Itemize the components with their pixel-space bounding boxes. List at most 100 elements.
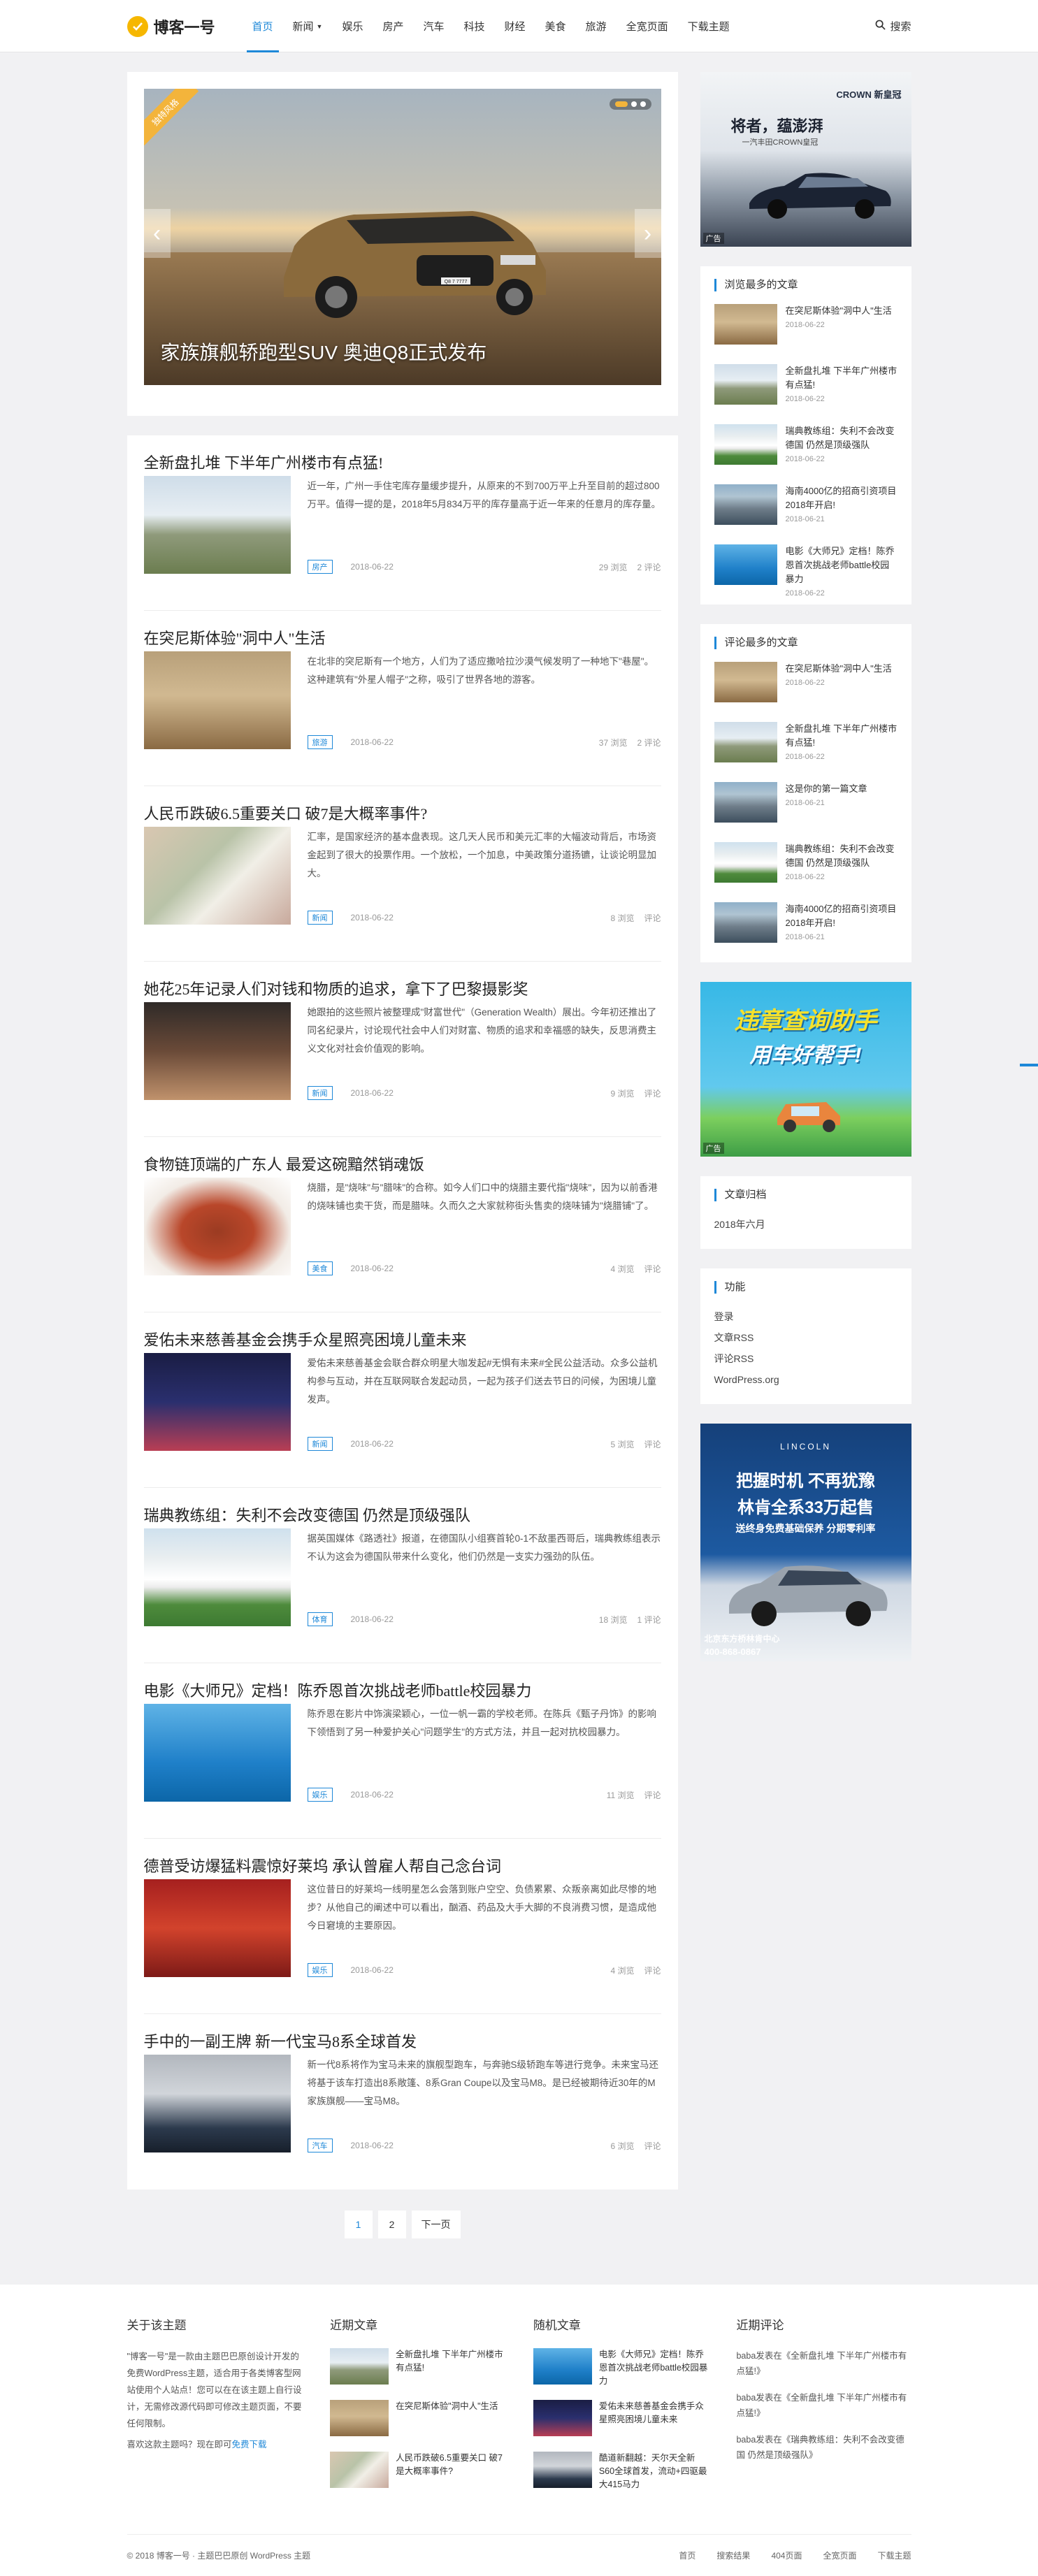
footer-post-thumbnail[interactable] (330, 2452, 389, 2488)
widget-post-title[interactable]: 瑞典教练组：失利不会改变德国 仍然是顶级强队 (786, 842, 898, 870)
nav-item-fullwidth[interactable]: 全宽页面 (617, 0, 678, 52)
widget-post-item[interactable]: 全新盘扎堆 下半年广州楼市有点猛! 2018-06-22 (714, 364, 898, 410)
widget-post-thumbnail[interactable] (714, 484, 777, 525)
category-tag[interactable]: 新闻 (307, 911, 333, 925)
category-tag[interactable]: 新闻 (307, 1086, 333, 1100)
slider-dot[interactable] (630, 101, 637, 107)
nav-item-finance[interactable]: 财经 (495, 0, 535, 52)
footer-post-title[interactable]: 爱佑未来慈善基金会携手众星照亮困境儿童未来 (599, 2400, 708, 2439)
footer-post-title[interactable]: 人民币跌破6.5重要关口 破7是大概率事件? (396, 2452, 505, 2491)
login-link[interactable]: 登录 (714, 1306, 898, 1327)
comments-rss-link[interactable]: 评论RSS (714, 1348, 898, 1369)
post-thumbnail[interactable] (143, 1178, 291, 1275)
category-tag[interactable]: 旅游 (307, 735, 333, 749)
nav-item-travel[interactable]: 旅游 (576, 0, 617, 52)
post-title[interactable]: 食物链顶端的广东人 最爱这碗黯然销魂饭 (144, 1156, 425, 1173)
nav-item-download[interactable]: 下载主题 (678, 0, 740, 52)
widget-post-thumbnail[interactable] (714, 364, 777, 405)
footer-post-thumbnail[interactable] (330, 2400, 389, 2436)
post-thumbnail[interactable] (143, 1879, 291, 1977)
post-title[interactable]: 人民币跌破6.5重要关口 破7是大概率事件? (144, 805, 428, 823)
footer-link[interactable]: 全宽页面 (823, 2549, 856, 2561)
widget-post-item[interactable]: 在突尼斯体验"洞中人"生活 2018-06-22 (714, 662, 898, 708)
widget-post-thumbnail[interactable] (714, 902, 777, 943)
widget-post-thumbnail[interactable] (714, 662, 777, 702)
widget-post-title[interactable]: 海南4000亿的招商引资项目2018年开启! (786, 484, 898, 512)
post-thumbnail[interactable] (143, 476, 291, 574)
slider-next-button[interactable]: › (634, 209, 661, 258)
footer-link[interactable]: 首页 (679, 2549, 695, 2561)
widget-post-title[interactable]: 在突尼斯体验"洞中人"生活 (786, 662, 892, 676)
footer-post-title[interactable]: 在突尼斯体验"洞中人"生活 (396, 2400, 498, 2439)
wordpress-link[interactable]: WordPress.org (714, 1369, 898, 1390)
widget-post-item[interactable]: 这是你的第一篇文章 2018-06-21 (714, 782, 898, 828)
nav-item-tech[interactable]: 科技 (454, 0, 495, 52)
post-title[interactable]: 德普受访爆猛料震惊好莱坞 承认曾雇人帮自己念台词 (144, 1858, 502, 1875)
post-thumbnail[interactable] (143, 651, 291, 749)
next-page-button[interactable]: 下一页 (411, 2210, 461, 2238)
widget-post-thumbnail[interactable] (714, 842, 777, 883)
post-title[interactable]: 全新盘扎堆 下半年广州楼市有点猛! (144, 454, 384, 472)
post-title[interactable]: 手中的一副王牌 新一代宝马8系全球首发 (144, 2033, 417, 2050)
post-thumbnail[interactable] (143, 1002, 291, 1100)
widget-post-item[interactable]: 海南4000亿的招商引资项目2018年开启! 2018-06-21 (714, 484, 898, 530)
slider-dots[interactable] (609, 99, 651, 110)
search-button[interactable]: 搜索 (875, 0, 911, 52)
widget-post-title[interactable]: 海南4000亿的招商引资项目2018年开启! (786, 902, 898, 930)
category-tag[interactable]: 新闻 (307, 1437, 333, 1451)
widget-post-title[interactable]: 这是你的第一篇文章 (786, 782, 867, 796)
slider-dot[interactable] (640, 101, 646, 107)
footer-post-item[interactable]: 爱佑未来慈善基金会携手众星照亮困境儿童未来 (533, 2400, 708, 2439)
free-download-link[interactable]: 免费下载 (232, 2440, 267, 2450)
widget-post-item[interactable]: 在突尼斯体验"洞中人"生活 2018-06-22 (714, 304, 898, 350)
widget-post-thumbnail[interactable] (714, 424, 777, 465)
widget-post-item[interactable]: 瑞典教练组：失利不会改变德国 仍然是顶级强队 2018-06-22 (714, 424, 898, 470)
post-thumbnail[interactable] (143, 2055, 291, 2152)
footer-post-title[interactable]: 电影《大师兄》定档！陈乔恩首次挑战老师battle校园暴力 (599, 2348, 708, 2387)
footer-post-item[interactable]: 人民币跌破6.5重要关口 破7是大概率事件? (330, 2452, 505, 2491)
archive-link[interactable]: 2018年六月 (714, 1214, 898, 1235)
widget-post-title[interactable]: 在突尼斯体验"洞中人"生活 (786, 304, 892, 318)
page-2-button[interactable]: 2 (377, 2210, 406, 2238)
footer-post-thumbnail[interactable] (533, 2348, 592, 2385)
widget-post-item[interactable]: 瑞典教练组：失利不会改变德国 仍然是顶级强队 2018-06-22 (714, 842, 898, 888)
widget-post-title[interactable]: 电影《大师兄》定档！陈乔恩首次挑战老师battle校园暴力 (786, 544, 898, 586)
footer-post-item[interactable]: 全新盘扎堆 下半年广州楼市有点猛! (330, 2348, 505, 2387)
widget-post-title[interactable]: 全新盘扎堆 下半年广州楼市有点猛! (786, 722, 898, 750)
nav-item-news[interactable]: 新闻 ▼ (283, 0, 333, 52)
category-tag[interactable]: 美食 (307, 1261, 333, 1275)
category-tag[interactable]: 娱乐 (307, 1788, 333, 1802)
category-tag[interactable]: 体育 (307, 1612, 333, 1626)
footer-link[interactable]: 下载主题 (877, 2549, 911, 2561)
footer-post-item[interactable]: 电影《大师兄》定档！陈乔恩首次挑战老师battle校园暴力 (533, 2348, 708, 2387)
post-title[interactable]: 在突尼斯体验"洞中人"生活 (144, 630, 326, 647)
widget-post-item[interactable]: 海南4000亿的招商引资项目2018年开启! 2018-06-21 (714, 902, 898, 948)
footer-link[interactable]: 搜索结果 (716, 2549, 750, 2561)
category-tag[interactable]: 房产 (307, 560, 333, 574)
footer-link[interactable]: 404页面 (771, 2549, 802, 2561)
widget-post-title[interactable]: 瑞典教练组：失利不会改变德国 仍然是顶级强队 (786, 424, 898, 452)
page-1-button[interactable]: 1 (344, 2210, 373, 2238)
post-title[interactable]: 爱佑未来慈善基金会携手众星照亮困境儿童未来 (144, 1331, 467, 1349)
slide-title[interactable]: 家族旗舰轿跑型SUV 奥迪Q8正式发布 (161, 338, 487, 366)
footer-post-item[interactable]: 在突尼斯体验"洞中人"生活 (330, 2400, 505, 2439)
slider-dot[interactable] (614, 101, 628, 107)
posts-rss-link[interactable]: 文章RSS (714, 1327, 898, 1348)
nav-item-realestate[interactable]: 房产 (373, 0, 413, 52)
slider-prev-button[interactable]: ‹ (143, 209, 171, 258)
ad-violation-query[interactable]: 违章查询助手 用车好帮手! 广告 (700, 982, 911, 1157)
nav-item-home[interactable]: 首页 (243, 0, 283, 52)
nav-item-auto[interactable]: 汽车 (413, 0, 454, 52)
footer-post-item[interactable]: 酷道新翻越：天尔天全新S60全球首发，流动+四驱最大415马力 (533, 2452, 708, 2491)
widget-post-thumbnail[interactable] (714, 782, 777, 823)
slide[interactable]: Q8 7 7777 独特风格 ‹ › 家族旗舰轿跑型SUV 奥迪Q8正式发布 (143, 89, 661, 385)
ad-lincoln[interactable]: LINCOLN 把握时机 不再犹豫 林肯全系33万起售 送终身免费基础保养 分期… (700, 1424, 911, 1661)
widget-post-thumbnail[interactable] (714, 722, 777, 762)
footer-post-thumbnail[interactable] (533, 2400, 592, 2436)
post-thumbnail[interactable] (143, 1704, 291, 1802)
side-tab-handle[interactable] (1020, 1064, 1038, 1066)
post-title[interactable]: 瑞典教练组：失利不会改变德国 仍然是顶级强队 (144, 1507, 471, 1524)
footer-post-thumbnail[interactable] (533, 2452, 592, 2488)
widget-post-thumbnail[interactable] (714, 304, 777, 345)
post-thumbnail[interactable] (143, 827, 291, 925)
